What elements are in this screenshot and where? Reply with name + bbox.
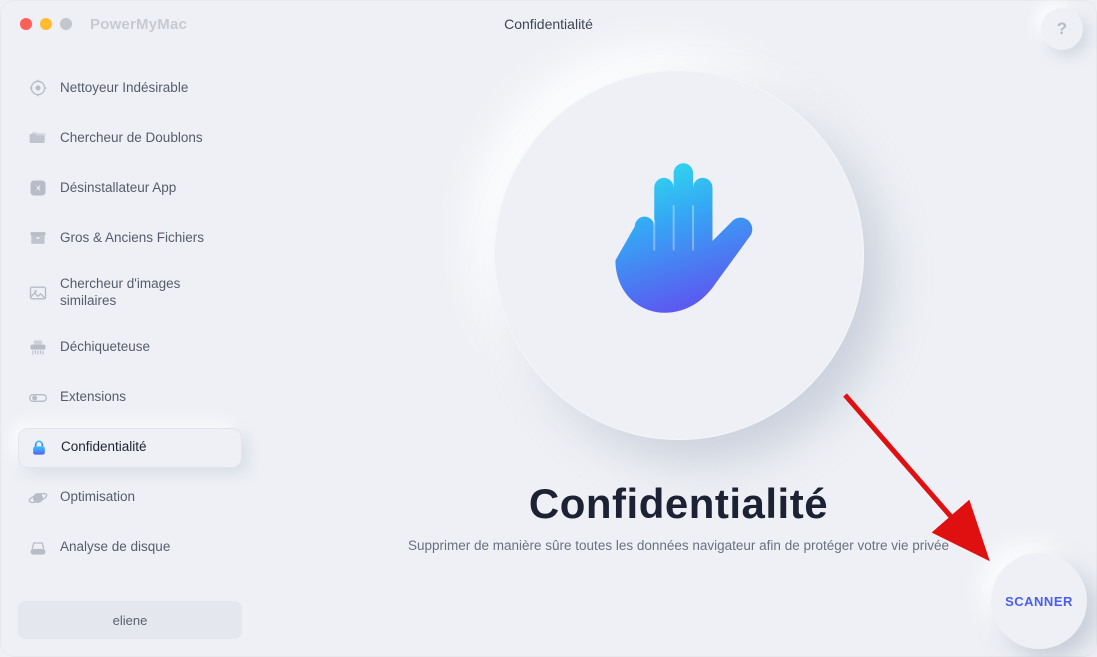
sidebar-item-label: Nettoyeur Indésirable [60, 80, 188, 97]
section-heading: Confidentialité [529, 480, 828, 528]
archive-box-icon [28, 228, 48, 248]
minimize-window-button[interactable] [40, 18, 52, 30]
disk-icon [28, 538, 48, 558]
lock-icon [29, 438, 49, 458]
window-controls [20, 18, 72, 30]
sidebar-item-label: Optimisation [60, 489, 135, 506]
sidebar-item-similar-images[interactable]: Chercheur d'images similaires [18, 268, 242, 318]
target-icon [28, 78, 48, 98]
sidebar-item-label: Désinstallateur App [60, 180, 176, 197]
app-window: PowerMyMac Confidentialité ? Nettoyeur I… [0, 0, 1097, 657]
section-subtitle: Supprimer de manière sûre toutes les don… [408, 538, 949, 553]
privacy-illustration [494, 70, 864, 440]
hand-stop-icon [596, 158, 761, 353]
shredder-icon [28, 338, 48, 358]
sidebar-item-app-uninstaller[interactable]: Désinstallateur App [18, 168, 242, 208]
sidebar-item-shredder[interactable]: Déchiqueteuse [18, 328, 242, 368]
sidebar-item-label: Chercheur d'images similaires [60, 276, 232, 310]
close-window-button[interactable] [20, 18, 32, 30]
sidebar-item-privacy[interactable]: Confidentialité [18, 428, 242, 468]
app-title: PowerMyMac [90, 16, 187, 33]
sidebar-item-label: Extensions [60, 389, 126, 406]
zoom-window-button[interactable] [60, 18, 72, 30]
sidebar-item-disk-analysis[interactable]: Analyse de disque [18, 528, 242, 568]
folders-icon [28, 128, 48, 148]
sidebar-item-label: Déchiqueteuse [60, 339, 150, 356]
sidebar-item-label: Chercheur de Doublons [60, 130, 203, 147]
main-content: Confidentialité Supprimer de manière sûr… [260, 0, 1097, 657]
toggle-icon [28, 388, 48, 408]
app-uninstall-icon [28, 178, 48, 198]
sidebar-item-label: Gros & Anciens Fichiers [60, 230, 204, 247]
sidebar-item-label: Confidentialité [61, 439, 147, 456]
planet-icon [28, 488, 48, 508]
sidebar-item-optimization[interactable]: Optimisation [18, 478, 242, 518]
sidebar-item-duplicate-finder[interactable]: Chercheur de Doublons [18, 118, 242, 158]
sidebar-item-extensions[interactable]: Extensions [18, 378, 242, 418]
sidebar-item-label: Analyse de disque [60, 539, 170, 556]
scan-button[interactable]: SCANNER [991, 553, 1087, 649]
sidebar-item-junk-cleaner[interactable]: Nettoyeur Indésirable [18, 68, 242, 108]
sidebar-item-large-old-files[interactable]: Gros & Anciens Fichiers [18, 218, 242, 258]
user-account[interactable]: eliene [18, 601, 242, 639]
image-icon [28, 283, 48, 303]
help-button[interactable]: ? [1041, 8, 1083, 50]
sidebar: Nettoyeur Indésirable Chercheur de Doubl… [0, 0, 260, 657]
